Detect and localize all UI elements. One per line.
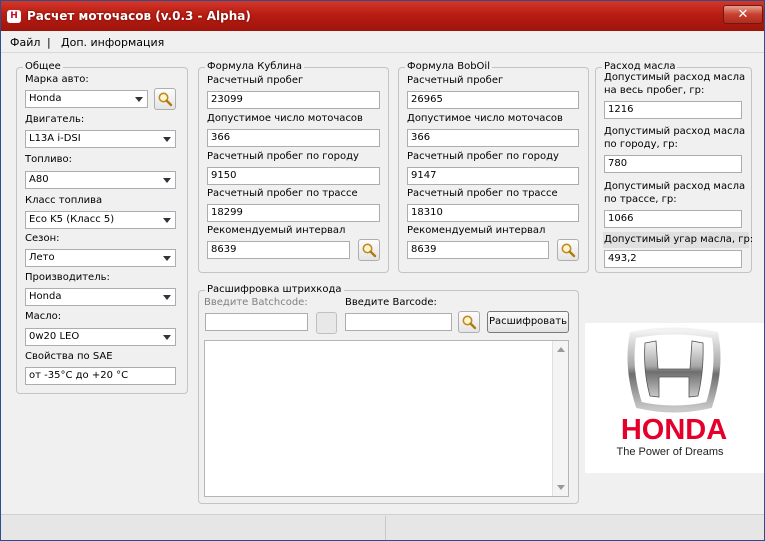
oil-total-label-line2: на весь пробег, гр:: [604, 85, 705, 96]
oil-city-field[interactable]: 780: [604, 155, 742, 173]
brand-select[interactable]: Honda: [25, 90, 148, 108]
oil-total-field[interactable]: 1216: [604, 101, 742, 119]
boboil-highway-label: Расчетный пробег по трассе: [407, 188, 558, 199]
honda-slogan: The Power of Dreams: [617, 446, 724, 458]
engine-label: Двигатель:: [25, 114, 85, 125]
oil-highway-label-line1: Допустимый расход масла: [604, 181, 746, 192]
season-label: Сезон:: [25, 233, 60, 244]
kublin-hours-field[interactable]: 366: [207, 129, 380, 147]
close-icon: ✕: [737, 7, 749, 22]
magnifier-icon: [561, 243, 576, 258]
kublin-search-button[interactable]: [358, 239, 380, 261]
chevron-down-icon: [163, 218, 171, 223]
menu-bar: Файл | Доп. информация: [1, 31, 764, 53]
season-select[interactable]: Лето: [25, 249, 176, 267]
batchcode-label: Введите Batchcode:: [204, 297, 308, 308]
kublin-city-field[interactable]: 9150: [207, 167, 380, 185]
close-button[interactable]: ✕: [723, 5, 763, 24]
oil-brand-select-value: 0w20 LEO: [29, 331, 80, 342]
brand-select-value: Honda: [29, 93, 62, 104]
magnifier-icon: [362, 243, 377, 258]
oil-city-label-line2: по городу, гр:: [604, 139, 678, 150]
boboil-group-title: Формула BobOil: [405, 61, 492, 73]
boboil-hours-field[interactable]: 366: [407, 129, 579, 147]
general-group-title: Общее: [23, 61, 63, 73]
season-select-value: Лето: [29, 252, 55, 263]
fuel-class-label: Класс топлива: [25, 195, 103, 206]
kublin-mileage-label: Расчетный пробег: [207, 75, 304, 86]
boboil-city-field[interactable]: 9147: [407, 167, 579, 185]
kublin-highway-label: Расчетный пробег по трассе: [207, 188, 358, 199]
scroll-up-icon[interactable]: [557, 347, 565, 352]
boboil-search-button[interactable]: [557, 239, 579, 261]
maker-select-value: Honda: [29, 291, 62, 302]
oil-total-label-line1: Допустимый расход масла: [604, 72, 746, 83]
scroll-down-icon[interactable]: [557, 485, 565, 490]
window-title: Расчет моточасов (v.0.3 - Alpha): [27, 9, 251, 23]
oil-burn-field[interactable]: 493,2: [604, 250, 742, 268]
sae-field[interactable]: от -35°C до +20 °C: [25, 367, 176, 385]
title-bar[interactable]: H Расчет моточасов (v.0.3 - Alpha) ✕: [1, 1, 764, 31]
batchcode-input[interactable]: [205, 313, 308, 331]
oil-burn-label: Допустимый угар масла, гр:: [604, 234, 754, 245]
kublin-highway-field[interactable]: 18299: [207, 204, 380, 222]
fuel-class-select-value: Eco K5 (Класс 5): [29, 214, 115, 225]
kublin-mileage-field[interactable]: 23099: [207, 91, 380, 109]
kublin-interval-field[interactable]: 8639: [207, 241, 350, 259]
brand-search-button[interactable]: [154, 88, 176, 110]
maker-label: Производитель:: [25, 272, 110, 283]
chevron-down-icon: [163, 295, 171, 300]
fuel-class-select[interactable]: Eco K5 (Класс 5): [25, 211, 176, 229]
honda-wordmark: HONDA: [621, 414, 727, 446]
decode-output-area[interactable]: [204, 340, 569, 497]
maker-select[interactable]: Honda: [25, 288, 176, 306]
chevron-down-icon: [163, 335, 171, 340]
magnifier-icon: [462, 315, 477, 330]
engine-select-value: L13A i-DSI: [29, 133, 81, 144]
oil-brand-select[interactable]: 0w20 LEO: [25, 328, 176, 346]
fuel-select-value: A80: [29, 174, 49, 185]
barcode-search-button[interactable]: [458, 311, 480, 333]
fuel-select[interactable]: A80: [25, 171, 176, 189]
oil-highway-field[interactable]: 1066: [604, 210, 742, 228]
kublin-hours-label: Допустимое число моточасов: [207, 113, 363, 124]
chevron-down-icon: [163, 137, 171, 142]
sae-label: Свойства по SAE: [25, 351, 113, 362]
boboil-mileage-label: Расчетный пробег: [407, 75, 504, 86]
decode-button[interactable]: Расшифровать: [487, 311, 569, 333]
boboil-highway-field[interactable]: 18310: [407, 204, 579, 222]
kublin-group-title: Формула Кублина: [205, 61, 304, 73]
menu-info[interactable]: Доп. информация: [61, 36, 164, 49]
fuel-label: Топливо:: [25, 154, 73, 165]
boboil-interval-label: Рекомендуемый интервал: [407, 225, 546, 236]
chevron-down-icon: [163, 178, 171, 183]
barcode-group-title: Расшифровка штрихкода: [205, 284, 344, 296]
app-window: H Расчет моточасов (v.0.3 - Alpha) ✕ Фай…: [0, 0, 765, 541]
chevron-down-icon: [135, 97, 143, 102]
honda-app-icon: H: [7, 10, 21, 23]
brand-label: Марка авто:: [25, 74, 89, 85]
output-scrollbar[interactable]: [552, 341, 568, 496]
menu-file[interactable]: Файл: [10, 36, 40, 49]
kublin-city-label: Расчетный пробег по городу: [207, 151, 359, 162]
barcode-label: Введите Barcode:: [345, 297, 437, 308]
status-bar-separator: [385, 516, 386, 540]
oil-highway-label-line2: по трассе, гр:: [604, 194, 677, 205]
engine-select[interactable]: L13A i-DSI: [25, 130, 176, 148]
chevron-down-icon: [163, 256, 171, 261]
kublin-interval-label: Рекомендуемый интервал: [207, 225, 346, 236]
batchcode-button[interactable]: [316, 312, 337, 334]
status-bar: [1, 514, 764, 540]
honda-logo: HONDA The Power of Dreams: [585, 323, 764, 473]
boboil-city-label: Расчетный пробег по городу: [407, 151, 559, 162]
magnifier-icon: [158, 92, 173, 107]
honda-wing-emblem-icon: HONDA The Power of Dreams: [617, 327, 727, 458]
boboil-interval-field[interactable]: 8639: [407, 241, 549, 259]
boboil-hours-label: Допустимое число моточасов: [407, 113, 563, 124]
menu-separator: |: [47, 36, 51, 49]
oil-city-label-line1: Допустимый расход масла: [604, 126, 746, 137]
barcode-input[interactable]: [345, 313, 452, 331]
oil-brand-label: Масло:: [25, 311, 62, 322]
boboil-mileage-field[interactable]: 26965: [407, 91, 579, 109]
